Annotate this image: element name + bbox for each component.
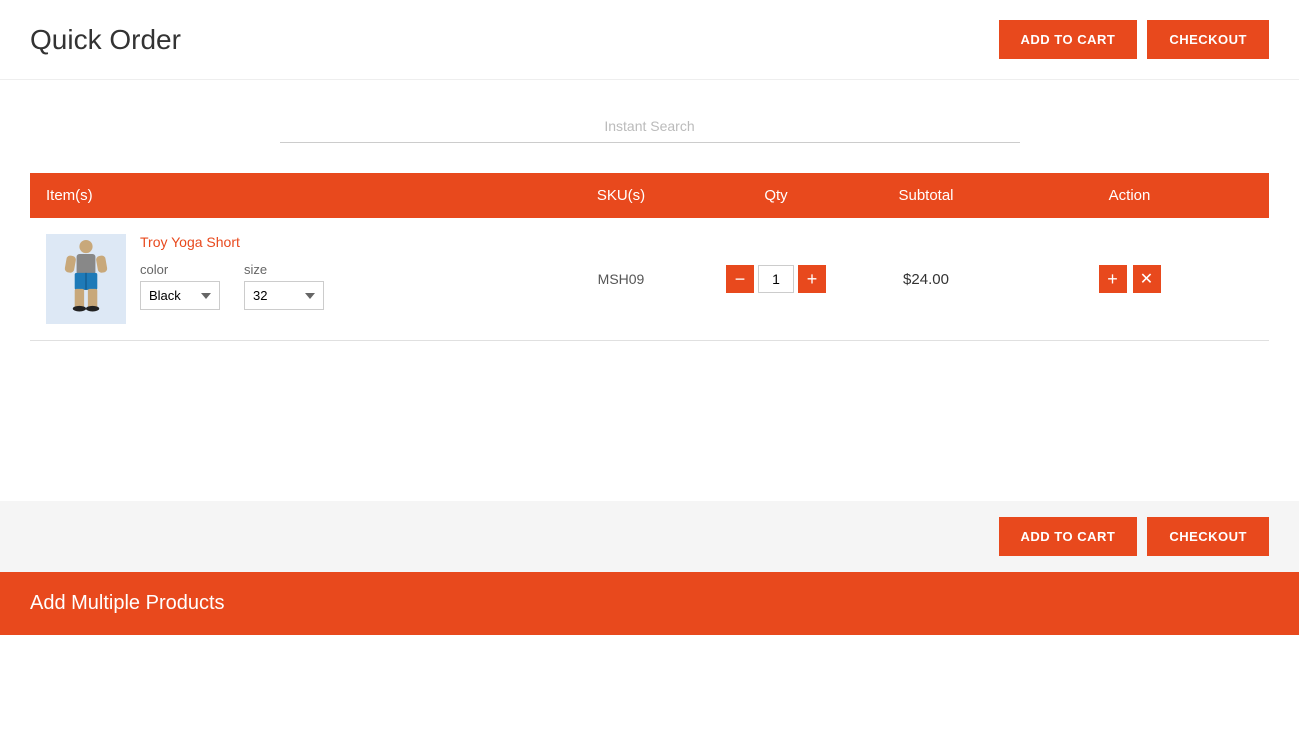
product-details: Troy Yoga Short color Black Blue Red siz… xyxy=(140,234,324,310)
product-thumbnail xyxy=(56,239,116,319)
search-input[interactable] xyxy=(280,110,1020,143)
col-header-subtotal: Subtotal xyxy=(846,187,1006,204)
product-info: Troy Yoga Short color Black Blue Red siz… xyxy=(46,234,536,324)
subtotal-cell: $24.00 xyxy=(846,271,1006,288)
color-label: color xyxy=(140,262,220,277)
size-select[interactable]: 32 34 36 xyxy=(244,281,324,310)
color-group: color Black Blue Red xyxy=(140,262,220,310)
product-attributes: color Black Blue Red size 32 34 36 xyxy=(140,262,324,310)
table-header: Item(s) SKU(s) Qty Subtotal Action xyxy=(30,173,1269,218)
qty-input[interactable] xyxy=(758,265,794,293)
product-image xyxy=(46,234,126,324)
col-header-action: Action xyxy=(1006,187,1253,204)
color-select[interactable]: Black Blue Red xyxy=(140,281,220,310)
size-group: size 32 34 36 xyxy=(244,262,324,310)
add-row-button[interactable]: + xyxy=(1099,265,1127,293)
table-row: Troy Yoga Short color Black Blue Red siz… xyxy=(30,218,1269,341)
qty-increase-button[interactable]: + xyxy=(798,265,826,293)
remove-row-button[interactable]: ✕ xyxy=(1133,265,1161,293)
col-header-items: Item(s) xyxy=(46,187,536,204)
header-actions: ADD TO CART CHECKOUT xyxy=(999,20,1269,59)
add-to-cart-button-top[interactable]: ADD TO CART xyxy=(999,20,1138,59)
checkout-button-top[interactable]: CHECKOUT xyxy=(1147,20,1269,59)
checkout-button-bottom[interactable]: CHECKOUT xyxy=(1147,517,1269,556)
add-multiple-title: Add Multiple Products xyxy=(30,592,225,614)
product-name[interactable]: Troy Yoga Short xyxy=(140,234,324,250)
bottom-spacer xyxy=(0,635,1299,655)
search-section xyxy=(0,80,1299,153)
action-cell: + ✕ xyxy=(1006,265,1253,293)
size-label: size xyxy=(244,262,324,277)
qty-cell: − + xyxy=(706,265,846,293)
product-table: Item(s) SKU(s) Qty Subtotal Action xyxy=(30,173,1269,341)
footer-bar: ADD TO CART CHECKOUT xyxy=(0,501,1299,572)
add-to-cart-button-bottom[interactable]: ADD TO CART xyxy=(999,517,1138,556)
sku-cell: MSH09 xyxy=(536,271,706,287)
page-title: Quick Order xyxy=(30,24,181,56)
col-header-qty: Qty xyxy=(706,187,846,204)
col-header-skus: SKU(s) xyxy=(536,187,706,204)
page-header: Quick Order ADD TO CART CHECKOUT xyxy=(0,0,1299,80)
qty-decrease-button[interactable]: − xyxy=(726,265,754,293)
add-multiple-section: Add Multiple Products xyxy=(0,572,1299,635)
